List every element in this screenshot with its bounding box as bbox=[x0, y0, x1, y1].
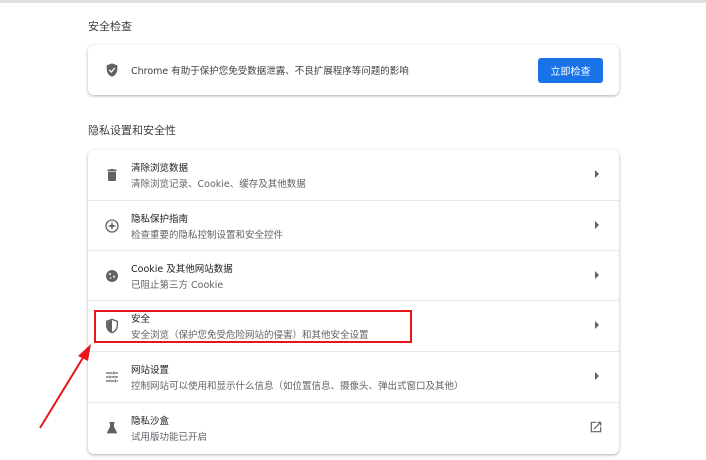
annotation-arrow-icon bbox=[39, 344, 91, 429]
